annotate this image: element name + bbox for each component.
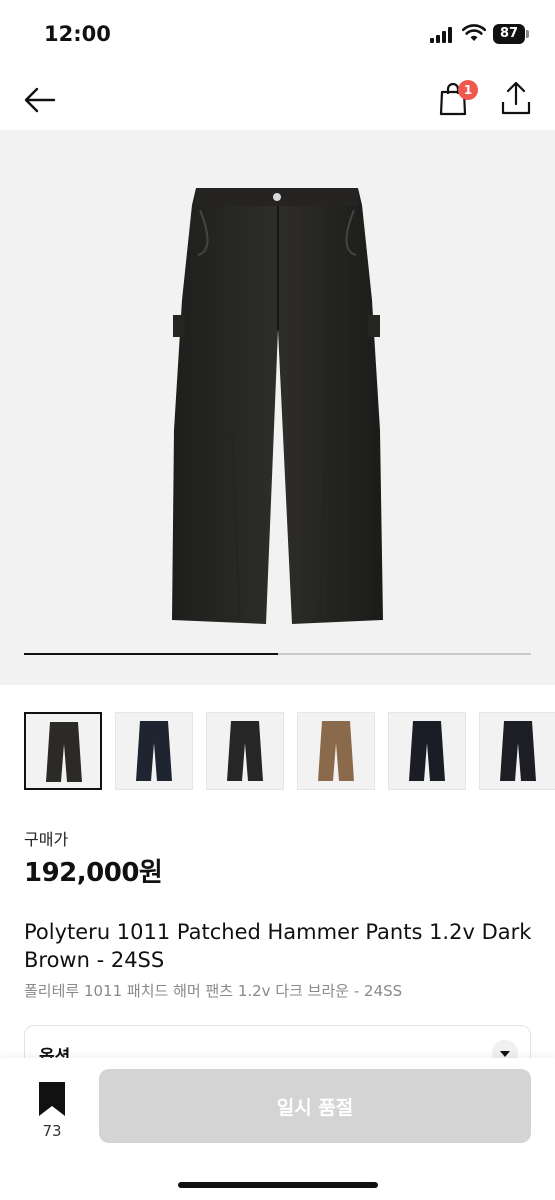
status-bar: 12:00 87 — [0, 0, 555, 70]
price-label: 구매가 — [24, 830, 69, 849]
home-indicator — [178, 1182, 378, 1188]
cart-count-badge: 1 — [458, 80, 478, 100]
battery-icon: 87 — [493, 24, 525, 44]
thumbnail-pants-image — [136, 721, 172, 781]
thumbnail-pants-image — [318, 721, 354, 781]
product-thumbnail[interactable] — [479, 712, 555, 790]
bottom-action-bar: 73 일시 품절 — [0, 1058, 555, 1200]
thumbnail-pants-image — [227, 721, 263, 781]
gallery-progress-fill — [24, 653, 278, 655]
share-icon[interactable] — [496, 78, 536, 118]
product-thumbnail[interactable] — [297, 712, 375, 790]
bookmark-button[interactable]: 73 — [30, 1080, 74, 1140]
battery-tip — [526, 30, 529, 38]
top-nav: 1 — [0, 70, 555, 130]
status-time: 12:00 — [44, 22, 111, 46]
cellular-signal-icon — [430, 27, 454, 43]
product-thumbnail[interactable] — [24, 712, 102, 790]
back-arrow-icon[interactable] — [20, 80, 60, 120]
gallery-progress-track — [24, 653, 531, 655]
product-thumbnail[interactable] — [388, 712, 466, 790]
product-image-gallery[interactable] — [0, 130, 555, 685]
thumbnail-pants-image — [46, 722, 82, 782]
product-thumbnail[interactable] — [206, 712, 284, 790]
bookmark-count: 73 — [42, 1122, 62, 1140]
price-value: 192,000원 — [24, 858, 163, 888]
thumbnail-pants-image — [500, 721, 536, 781]
bookmark-icon — [39, 1082, 65, 1116]
product-subtitle: 폴리테루 1011 패치드 해머 팬츠 1.2v 다크 브라운 - 24SS — [24, 982, 403, 1000]
product-image — [172, 188, 383, 624]
thumbnail-strip — [24, 712, 555, 792]
sold-out-button[interactable]: 일시 품절 — [99, 1069, 531, 1143]
product-thumbnail[interactable] — [115, 712, 193, 790]
product-title: Polyteru 1011 Patched Hammer Pants 1.2v … — [24, 920, 532, 972]
thumbnail-pants-image — [409, 721, 445, 781]
wifi-icon — [462, 24, 486, 41]
